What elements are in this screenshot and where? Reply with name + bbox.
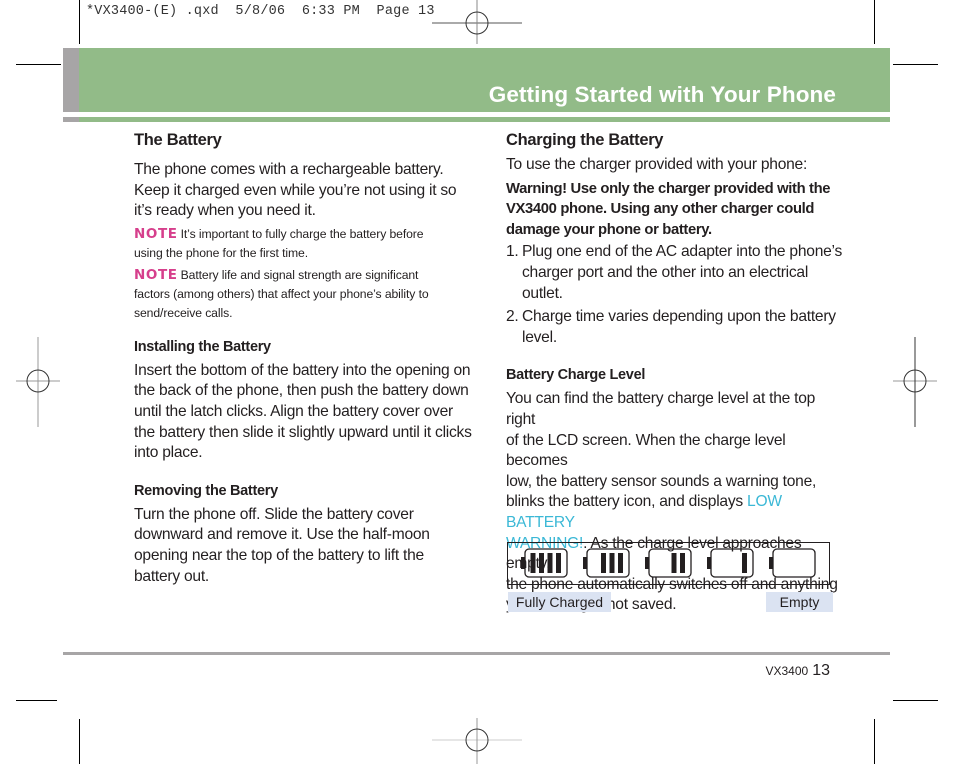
battery-bar: [742, 553, 747, 573]
step-number: 2.: [506, 308, 519, 326]
battery-bar: [539, 553, 544, 573]
text-line: low, the battery sensor sounds a warning…: [506, 472, 817, 490]
note-text: factors (among others) that affect your …: [134, 286, 429, 301]
subsection-title-installing: Installing the Battery: [134, 338, 271, 355]
text-line: the back of the phone, then push the bat…: [134, 382, 469, 400]
text-line: into place.: [134, 444, 203, 462]
text-line: Warning! Use only the charger provided w…: [506, 180, 831, 197]
header-rule-gray: [63, 117, 79, 122]
text-line: until the latch clicks. Align the batter…: [134, 402, 453, 420]
section-title-the-battery: The Battery: [134, 131, 222, 149]
label-fully-charged: Fully Charged: [508, 592, 611, 612]
battery-bar: [618, 553, 623, 573]
battery-icon-1-bars: [707, 548, 754, 578]
page-footer: VX3400 13: [766, 662, 831, 680]
battery-level-illustration: [507, 542, 830, 585]
text-line: downward and remove it. Use the half-moo…: [134, 526, 430, 544]
header-rule-green: [79, 117, 890, 122]
battery-bar: [609, 553, 615, 573]
battery-bar: [530, 553, 536, 573]
charging-intro: To use the charger provided with your ph…: [506, 156, 808, 173]
subsection-title-charge-level: Battery Charge Level: [506, 367, 646, 384]
text-line: opening near the top of the battery to l…: [134, 546, 424, 564]
page-number: 13: [812, 662, 830, 679]
text-line: damage your phone or battery.: [506, 221, 712, 238]
page-title: Getting Started with Your Phone: [488, 82, 836, 107]
section-title-charging: Charging the Battery: [506, 131, 664, 149]
battery-bar: [680, 553, 685, 573]
step-number: 1.: [506, 243, 519, 261]
charger-warning: Warning! Use only the charger provided w…: [506, 179, 846, 241]
battery-icon-2-bars: [645, 548, 692, 578]
footer-rule: [63, 652, 890, 655]
left-column: The Battery The phone comes with a recha…: [134, 131, 474, 587]
text-line: of the LCD screen. When the charge level…: [506, 431, 786, 470]
note-label: NOTE: [134, 225, 178, 242]
battery-intro: The phone comes with a rechargeable batt…: [134, 160, 474, 222]
text-line: Insert the bottom of the battery into th…: [134, 361, 471, 379]
text-line: Charge time varies depending upon the ba…: [522, 308, 836, 326]
installing-text: Insert the bottom of the battery into th…: [134, 361, 474, 464]
step-item: 2. Charge time varies depending upon the…: [506, 307, 846, 348]
battery-bar: [671, 553, 677, 573]
battery-bar: [601, 553, 606, 573]
note-charge-first: NOTE It’s important to fully charge the b…: [134, 225, 474, 263]
text-line: The phone comes with a rechargeable batt…: [134, 161, 444, 178]
battery-bar: [556, 553, 561, 573]
battery-icon-0-bars: [769, 548, 816, 578]
battery-bar: [547, 553, 553, 573]
battery-icons: [521, 548, 816, 578]
note-text: Battery life and signal strength are sig…: [180, 267, 419, 282]
text-line: Keep it charged even while you’re not us…: [134, 181, 457, 199]
footer-model: VX3400: [765, 664, 809, 678]
text-line: Plug one end of the AC adapter into the …: [522, 243, 843, 261]
battery-icon-4-bars: [521, 548, 568, 578]
step-item: 1. Plug one end of the AC adapter into t…: [506, 242, 846, 304]
label-empty: Empty: [766, 592, 833, 612]
text-line: Turn the phone off. Slide the battery co…: [134, 505, 414, 523]
registration-mark-left: [16, 337, 60, 427]
text-span: blinks the battery icon, and displays: [506, 493, 748, 511]
text-line: battery out.: [134, 567, 210, 585]
registration-mark-right: [893, 337, 937, 427]
battery-body: [772, 548, 816, 578]
removing-text: Turn the phone off. Slide the battery co…: [134, 505, 474, 587]
header-band-gray: [63, 48, 79, 112]
note-label: NOTE: [134, 266, 178, 283]
registration-mark-bottom: [432, 718, 522, 764]
text-line: outlet.: [522, 284, 563, 302]
text-line: the battery then slide it slightly upwar…: [134, 423, 472, 441]
note-battery-life: NOTE Battery life and signal strength are…: [134, 266, 474, 323]
text-line: charger port and the other into an elect…: [522, 263, 809, 281]
registration-mark-top: [432, 0, 522, 44]
text-line: level.: [522, 328, 557, 346]
note-text: It’s important to fully charge the batte…: [180, 226, 424, 241]
note-text: using the phone for the first time.: [134, 245, 308, 260]
text-line: VX3400 phone. Using any other charger co…: [506, 201, 815, 218]
text-line: it’s ready when you need it.: [134, 202, 316, 220]
subsection-title-removing: Removing the Battery: [134, 482, 278, 499]
charging-steps: 1. Plug one end of the AC adapter into t…: [506, 242, 846, 348]
text-line: You can find the battery charge level at…: [506, 390, 816, 428]
battery-icon-3-bars: [583, 548, 630, 578]
note-text: send/receive calls.: [134, 305, 233, 320]
